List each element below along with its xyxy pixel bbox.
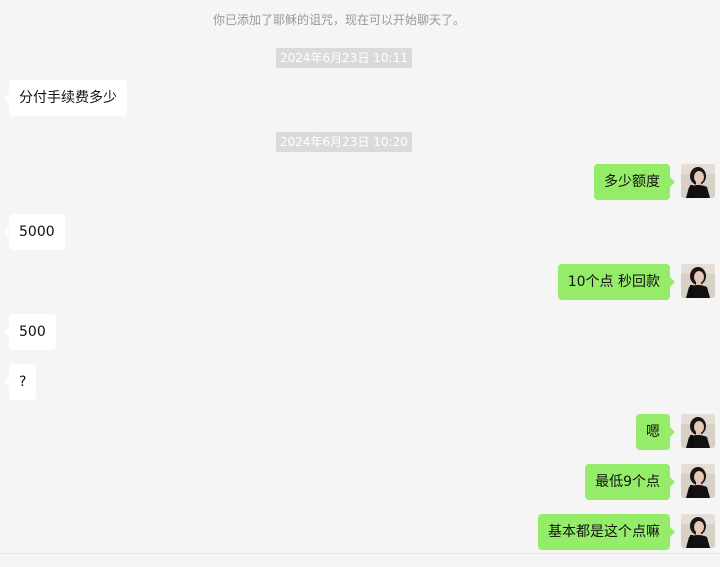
user-avatar[interactable] xyxy=(681,514,715,548)
outgoing-message[interactable]: 10个点 秒回款 xyxy=(557,264,676,300)
incoming-message[interactable]: 5000 xyxy=(4,214,65,250)
system-note: 你已添加了耶稣的诅咒，现在可以开始聊天了。 xyxy=(212,13,465,27)
avatar-photo-icon xyxy=(681,164,715,198)
avatar-photo-icon xyxy=(681,464,715,498)
user-avatar[interactable] xyxy=(681,414,715,448)
outgoing-message[interactable]: 基本都是这个点嘛 xyxy=(538,514,675,550)
input-area-edge[interactable] xyxy=(0,554,720,567)
incoming-message[interactable]: 分付手续费多少 xyxy=(4,80,127,116)
chat-message-area[interactable]: 你已添加了耶稣的诅咒，现在可以开始聊天了。 2024年6月23日 10:11 分… xyxy=(0,0,720,553)
user-avatar[interactable] xyxy=(681,464,715,498)
avatar-photo-icon xyxy=(681,264,715,298)
timestamp: 2024年6月23日 10:11 xyxy=(276,48,412,68)
avatar-photo-icon xyxy=(681,414,715,448)
user-avatar[interactable] xyxy=(681,264,715,298)
avatar-photo-icon xyxy=(681,514,715,548)
incoming-message[interactable]: ? xyxy=(3,364,37,400)
timestamp: 2024年6月23日 10:20 xyxy=(276,132,412,152)
outgoing-message[interactable]: 嗯 xyxy=(636,414,675,450)
outgoing-message[interactable]: 多少额度 xyxy=(594,164,675,200)
user-avatar[interactable] xyxy=(681,164,715,198)
incoming-message[interactable]: 500 xyxy=(4,314,56,350)
outgoing-message[interactable]: 最低9个点 xyxy=(585,464,675,500)
